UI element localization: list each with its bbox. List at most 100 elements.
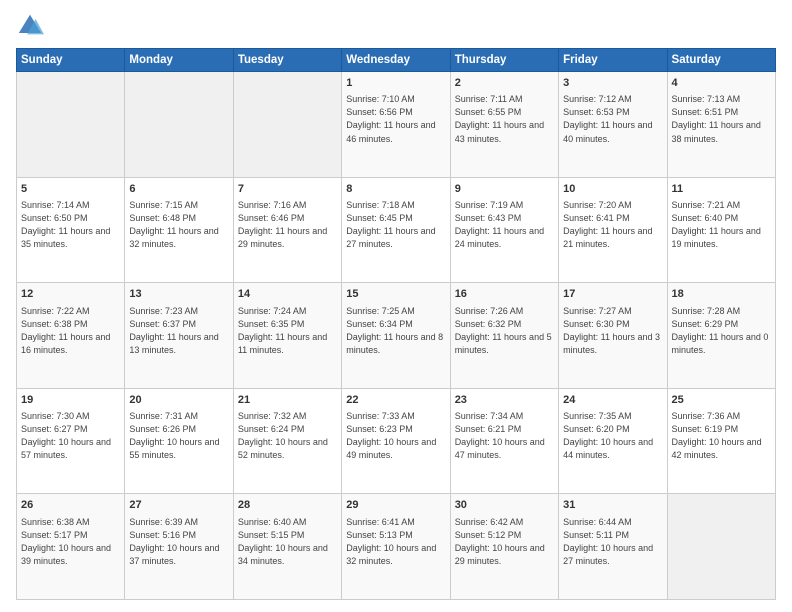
day-info: Sunrise: 7:25 AM Sunset: 6:34 PM Dayligh… bbox=[346, 305, 445, 357]
day-header-saturday: Saturday bbox=[667, 49, 775, 72]
day-header-friday: Friday bbox=[559, 49, 667, 72]
day-info: Sunrise: 7:33 AM Sunset: 6:23 PM Dayligh… bbox=[346, 410, 445, 462]
calendar-cell: 26 Sunrise: 6:38 AM Sunset: 5:17 PM Dayli… bbox=[17, 494, 125, 600]
day-info: Sunrise: 7:34 AM Sunset: 6:21 PM Dayligh… bbox=[455, 410, 554, 462]
day-number: 5 bbox=[21, 182, 120, 197]
calendar-cell: 7 Sunrise: 7:16 AM Sunset: 6:46 PM Daylig… bbox=[233, 177, 341, 283]
calendar-cell bbox=[667, 494, 775, 600]
day-info: Sunrise: 6:44 AM Sunset: 5:11 PM Dayligh… bbox=[563, 516, 662, 568]
day-number: 30 bbox=[455, 498, 554, 513]
calendar-cell: 29 Sunrise: 6:41 AM Sunset: 5:13 PM Dayli… bbox=[342, 494, 450, 600]
day-number: 29 bbox=[346, 498, 445, 513]
day-info: Sunrise: 6:41 AM Sunset: 5:13 PM Dayligh… bbox=[346, 516, 445, 568]
calendar-cell: 13 Sunrise: 7:23 AM Sunset: 6:37 PM Dayli… bbox=[125, 283, 233, 389]
day-info: Sunrise: 7:13 AM Sunset: 6:51 PM Dayligh… bbox=[672, 93, 771, 145]
calendar-cell: 14 Sunrise: 7:24 AM Sunset: 6:35 PM Dayli… bbox=[233, 283, 341, 389]
day-number: 16 bbox=[455, 287, 554, 302]
day-number: 18 bbox=[672, 287, 771, 302]
day-header-wednesday: Wednesday bbox=[342, 49, 450, 72]
day-number: 17 bbox=[563, 287, 662, 302]
calendar-cell: 25 Sunrise: 7:36 AM Sunset: 6:19 PM Dayli… bbox=[667, 388, 775, 494]
calendar-cell: 2 Sunrise: 7:11 AM Sunset: 6:55 PM Daylig… bbox=[450, 72, 558, 178]
calendar-cell: 23 Sunrise: 7:34 AM Sunset: 6:21 PM Dayli… bbox=[450, 388, 558, 494]
day-number: 13 bbox=[129, 287, 228, 302]
page: SundayMondayTuesdayWednesdayThursdayFrid… bbox=[0, 0, 792, 612]
day-info: Sunrise: 7:11 AM Sunset: 6:55 PM Dayligh… bbox=[455, 93, 554, 145]
day-info: Sunrise: 7:21 AM Sunset: 6:40 PM Dayligh… bbox=[672, 199, 771, 251]
day-header-monday: Monday bbox=[125, 49, 233, 72]
day-number: 11 bbox=[672, 182, 771, 197]
calendar-cell: 10 Sunrise: 7:20 AM Sunset: 6:41 PM Dayli… bbox=[559, 177, 667, 283]
day-number: 21 bbox=[238, 393, 337, 408]
calendar-cell: 16 Sunrise: 7:26 AM Sunset: 6:32 PM Dayli… bbox=[450, 283, 558, 389]
day-number: 10 bbox=[563, 182, 662, 197]
day-number: 2 bbox=[455, 76, 554, 91]
calendar-cell: 9 Sunrise: 7:19 AM Sunset: 6:43 PM Daylig… bbox=[450, 177, 558, 283]
day-info: Sunrise: 7:32 AM Sunset: 6:24 PM Dayligh… bbox=[238, 410, 337, 462]
day-info: Sunrise: 6:39 AM Sunset: 5:16 PM Dayligh… bbox=[129, 516, 228, 568]
day-number: 26 bbox=[21, 498, 120, 513]
day-number: 24 bbox=[563, 393, 662, 408]
day-info: Sunrise: 7:23 AM Sunset: 6:37 PM Dayligh… bbox=[129, 305, 228, 357]
day-number: 20 bbox=[129, 393, 228, 408]
day-number: 14 bbox=[238, 287, 337, 302]
calendar-header-row: SundayMondayTuesdayWednesdayThursdayFrid… bbox=[17, 49, 776, 72]
day-header-tuesday: Tuesday bbox=[233, 49, 341, 72]
calendar-cell: 15 Sunrise: 7:25 AM Sunset: 6:34 PM Dayli… bbox=[342, 283, 450, 389]
logo bbox=[16, 12, 48, 40]
day-number: 31 bbox=[563, 498, 662, 513]
day-number: 6 bbox=[129, 182, 228, 197]
day-header-sunday: Sunday bbox=[17, 49, 125, 72]
day-info: Sunrise: 6:40 AM Sunset: 5:15 PM Dayligh… bbox=[238, 516, 337, 568]
calendar-cell: 20Sunrise: 7:31 AM Sunset: 6:26 PM Dayli… bbox=[125, 388, 233, 494]
day-number: 12 bbox=[21, 287, 120, 302]
day-info: Sunrise: 7:14 AM Sunset: 6:50 PM Dayligh… bbox=[21, 199, 120, 251]
calendar-cell: 8Sunrise: 7:18 AM Sunset: 6:45 PM Daylig… bbox=[342, 177, 450, 283]
day-info: Sunrise: 7:30 AM Sunset: 6:27 PM Dayligh… bbox=[21, 410, 120, 462]
calendar-week-row: 5 Sunrise: 7:14 AM Sunset: 6:50 PM Daylig… bbox=[17, 177, 776, 283]
calendar-cell bbox=[233, 72, 341, 178]
day-info: Sunrise: 7:15 AM Sunset: 6:48 PM Dayligh… bbox=[129, 199, 228, 251]
logo-icon bbox=[16, 12, 44, 40]
day-number: 1 bbox=[346, 76, 445, 91]
day-info: Sunrise: 7:16 AM Sunset: 6:46 PM Dayligh… bbox=[238, 199, 337, 251]
day-number: 25 bbox=[672, 393, 771, 408]
calendar-cell: 27 Sunrise: 6:39 AM Sunset: 5:16 PM Dayli… bbox=[125, 494, 233, 600]
day-number: 8 bbox=[346, 182, 445, 197]
day-info: Sunrise: 7:10 AM Sunset: 6:56 PM Dayligh… bbox=[346, 93, 445, 145]
day-number: 15 bbox=[346, 287, 445, 302]
calendar-cell: 22Sunrise: 7:33 AM Sunset: 6:23 PM Dayli… bbox=[342, 388, 450, 494]
calendar-week-row: 19 Sunrise: 7:30 AM Sunset: 6:27 PM Dayli… bbox=[17, 388, 776, 494]
calendar-cell: 1 Sunrise: 7:10 AM Sunset: 6:56 PM Daylig… bbox=[342, 72, 450, 178]
calendar-cell: 30 Sunrise: 6:42 AM Sunset: 5:12 PM Dayli… bbox=[450, 494, 558, 600]
day-info: Sunrise: 7:26 AM Sunset: 6:32 PM Dayligh… bbox=[455, 305, 554, 357]
calendar-table: SundayMondayTuesdayWednesdayThursdayFrid… bbox=[16, 48, 776, 600]
calendar-cell: 4 Sunrise: 7:13 AM Sunset: 6:51 PM Daylig… bbox=[667, 72, 775, 178]
day-info: Sunrise: 7:36 AM Sunset: 6:19 PM Dayligh… bbox=[672, 410, 771, 462]
day-number: 28 bbox=[238, 498, 337, 513]
day-info: Sunrise: 6:38 AM Sunset: 5:17 PM Dayligh… bbox=[21, 516, 120, 568]
day-number: 23 bbox=[455, 393, 554, 408]
day-info: Sunrise: 7:27 AM Sunset: 6:30 PM Dayligh… bbox=[563, 305, 662, 357]
calendar-week-row: 26 Sunrise: 6:38 AM Sunset: 5:17 PM Dayli… bbox=[17, 494, 776, 600]
day-info: Sunrise: 7:35 AM Sunset: 6:20 PM Dayligh… bbox=[563, 410, 662, 462]
day-number: 7 bbox=[238, 182, 337, 197]
day-number: 9 bbox=[455, 182, 554, 197]
calendar-cell bbox=[125, 72, 233, 178]
calendar-cell: 3Sunrise: 7:12 AM Sunset: 6:53 PM Daylig… bbox=[559, 72, 667, 178]
day-number: 27 bbox=[129, 498, 228, 513]
calendar-cell: 18 Sunrise: 7:28 AM Sunset: 6:29 PM Dayli… bbox=[667, 283, 775, 389]
calendar-cell: 6 Sunrise: 7:15 AM Sunset: 6:48 PM Daylig… bbox=[125, 177, 233, 283]
calendar-cell: 11 Sunrise: 7:21 AM Sunset: 6:40 PM Dayli… bbox=[667, 177, 775, 283]
day-info: Sunrise: 7:20 AM Sunset: 6:41 PM Dayligh… bbox=[563, 199, 662, 251]
day-info: Sunrise: 6:42 AM Sunset: 5:12 PM Dayligh… bbox=[455, 516, 554, 568]
day-info: Sunrise: 7:19 AM Sunset: 6:43 PM Dayligh… bbox=[455, 199, 554, 251]
day-header-thursday: Thursday bbox=[450, 49, 558, 72]
day-info: Sunrise: 7:28 AM Sunset: 6:29 PM Dayligh… bbox=[672, 305, 771, 357]
day-number: 4 bbox=[672, 76, 771, 91]
calendar-cell: 28 Sunrise: 6:40 AM Sunset: 5:15 PM Dayli… bbox=[233, 494, 341, 600]
calendar-cell: 17 Sunrise: 7:27 AM Sunset: 6:30 PM Dayli… bbox=[559, 283, 667, 389]
day-info: Sunrise: 7:24 AM Sunset: 6:35 PM Dayligh… bbox=[238, 305, 337, 357]
day-number: 19 bbox=[21, 393, 120, 408]
calendar-week-row: 1 Sunrise: 7:10 AM Sunset: 6:56 PM Daylig… bbox=[17, 72, 776, 178]
